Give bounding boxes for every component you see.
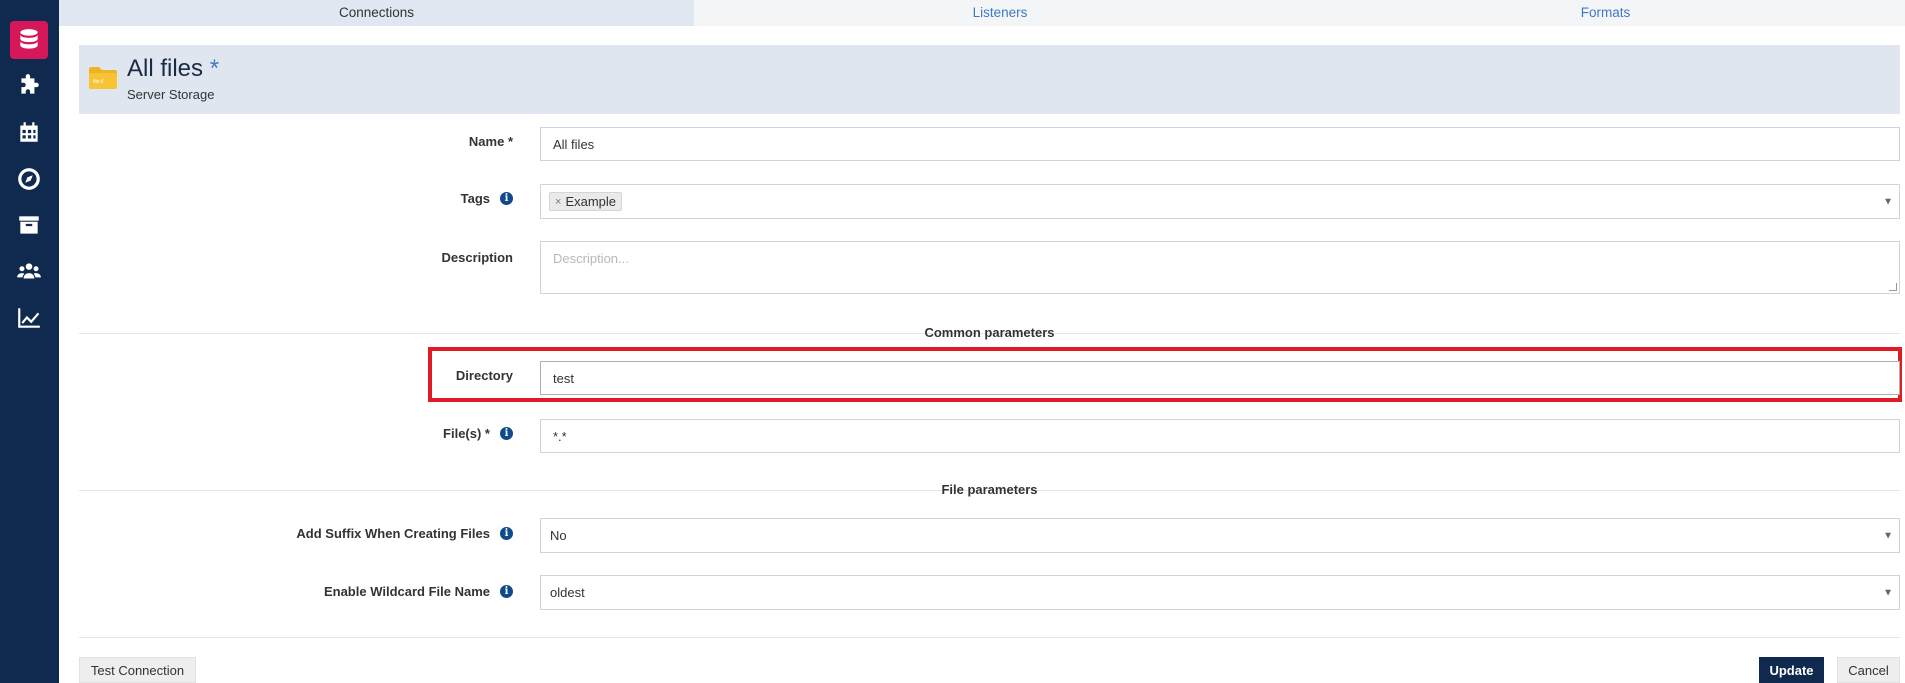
users-icon[interactable]: [10, 253, 48, 291]
svg-text:file://: file://: [93, 79, 104, 85]
page-title: All files *: [127, 55, 219, 83]
info-icon[interactable]: i: [500, 527, 513, 540]
unsaved-marker: *: [209, 55, 220, 82]
tab-bar: Connections Listeners Formats: [59, 0, 1905, 26]
name-label: Name *: [468, 134, 513, 149]
page-subtitle: Server Storage: [127, 87, 215, 102]
connection-header: file:// All files * Server Storage: [79, 45, 1900, 114]
tab-connections[interactable]: Connections: [59, 0, 694, 26]
file-parameters-heading: File parameters: [941, 482, 1038, 497]
directory-label: Directory: [455, 368, 513, 383]
add-suffix-select[interactable]: No ▼: [540, 518, 1900, 553]
description-label: Description: [441, 250, 513, 265]
name-input[interactable]: All files: [540, 127, 1900, 161]
tags-label: Tags i: [461, 191, 513, 206]
directory-input[interactable]: test: [540, 361, 1900, 395]
database-icon[interactable]: [10, 21, 48, 59]
resize-handle[interactable]: [1889, 283, 1897, 291]
cancel-button[interactable]: Cancel: [1837, 657, 1900, 683]
test-connection-button[interactable]: Test Connection: [79, 657, 196, 683]
folder-icon: file://: [89, 67, 117, 89]
remove-tag-icon[interactable]: ×: [555, 196, 561, 208]
compass-icon[interactable]: [10, 160, 48, 198]
chart-line-icon[interactable]: [10, 299, 48, 337]
tag-chip: × Example: [549, 192, 623, 211]
tab-formats[interactable]: Formats: [1306, 0, 1905, 26]
info-icon[interactable]: i: [500, 427, 513, 440]
divider: [79, 637, 1900, 638]
files-label: File(s) * i: [443, 426, 513, 441]
title-text: All files: [127, 55, 204, 82]
puzzle-icon[interactable]: [10, 67, 48, 105]
files-input[interactable]: *.*: [540, 419, 1900, 453]
chevron-down-icon[interactable]: ▼: [1883, 196, 1893, 207]
update-button[interactable]: Update: [1759, 657, 1824, 683]
chevron-down-icon[interactable]: ▼: [1883, 530, 1893, 541]
sidebar: [0, 0, 59, 683]
common-parameters-heading: Common parameters: [924, 325, 1055, 340]
wildcard-label: Enable Wildcard File Name i: [324, 584, 513, 599]
tab-listeners[interactable]: Listeners: [694, 0, 1306, 26]
tags-select[interactable]: × Example ▼: [540, 184, 1900, 219]
add-suffix-label: Add Suffix When Creating Files i: [296, 526, 513, 541]
chevron-down-icon[interactable]: ▼: [1883, 587, 1893, 598]
wildcard-select[interactable]: oldest ▼: [540, 575, 1900, 610]
info-icon[interactable]: i: [500, 585, 513, 598]
archive-icon[interactable]: [10, 206, 48, 244]
calendar-icon[interactable]: [10, 113, 48, 151]
description-textarea[interactable]: Description...: [540, 241, 1900, 294]
info-icon[interactable]: i: [500, 192, 513, 205]
